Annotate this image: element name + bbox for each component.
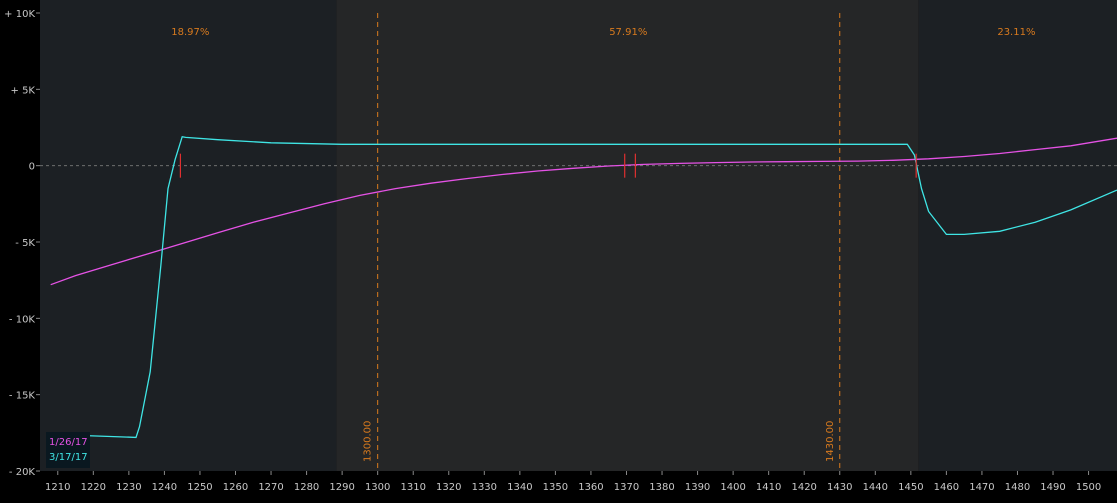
- probability-zones: 18.97% 57.91% 23.11%: [40, 0, 1117, 471]
- x-tick-label-1310: 1310: [400, 482, 425, 493]
- x-tick-label-1450: 1450: [898, 482, 923, 493]
- x-tick-label-1460: 1460: [934, 482, 959, 493]
- x-tick-label-1410: 1410: [756, 482, 781, 493]
- x-tick-label-1380: 1380: [649, 482, 674, 493]
- zone-label-2: 57.91%: [609, 27, 647, 38]
- x-tick-label-1400: 1400: [720, 482, 745, 493]
- x-tick-label-1330: 1330: [472, 482, 497, 493]
- zone-1: [40, 0, 337, 471]
- x-tick-label-1320: 1320: [436, 482, 461, 493]
- y-tick-label-5000: + 5K: [11, 85, 36, 96]
- zone-label-3: 23.11%: [997, 27, 1035, 38]
- x-tick-label-1220: 1220: [81, 482, 106, 493]
- x-tick-label-1280: 1280: [294, 482, 319, 493]
- strike-label-1430: 1430.00: [825, 421, 836, 462]
- x-tick-label-1300: 1300: [365, 482, 390, 493]
- y-tick-label--10000: - 10K: [9, 314, 36, 325]
- zone-3: [918, 0, 1117, 471]
- x-tick-label-1470: 1470: [969, 482, 994, 493]
- y-tick-label-0: 0: [29, 162, 35, 173]
- y-tick-label--5000: - 5K: [15, 238, 35, 249]
- x-tick-label-1420: 1420: [791, 482, 816, 493]
- x-tick-label-1360: 1360: [578, 482, 603, 493]
- x-tick-label-1230: 1230: [116, 482, 141, 493]
- x-tick-label-1250: 1250: [187, 482, 212, 493]
- x-tick-label-1350: 1350: [543, 482, 568, 493]
- x-tick-label-1440: 1440: [863, 482, 888, 493]
- x-tick-label-1290: 1290: [329, 482, 354, 493]
- y-tick-label-10000: + 10K: [4, 9, 35, 20]
- x-tick-label-1210: 1210: [45, 482, 70, 493]
- zone-2: [336, 0, 919, 471]
- y-tick-label--20000: - 20K: [9, 467, 36, 478]
- x-tick-label-1500: 1500: [1076, 482, 1101, 493]
- legend: 1/26/17 3/17/17: [46, 432, 90, 468]
- zone-label-1: 18.97%: [171, 27, 209, 38]
- legend-entry-1: 1/26/17: [49, 437, 88, 448]
- y-tick-label--15000: - 15K: [9, 391, 36, 402]
- x-tick-label-1490: 1490: [1040, 482, 1065, 493]
- chart-svg: 18.97% 57.91% 23.11% 1300.00 1430.00 1210 12…: [0, 0, 1117, 499]
- x-tick-label-1270: 1270: [258, 482, 283, 493]
- x-tick-label-1260: 1260: [223, 482, 248, 493]
- x-tick-label-1390: 1390: [685, 482, 710, 493]
- x-tick-label-1240: 1240: [152, 482, 177, 493]
- strike-label-1300: 1300.00: [363, 421, 374, 462]
- x-tick-label-1370: 1370: [614, 482, 639, 493]
- x-tick-label-1430: 1430: [827, 482, 852, 493]
- x-tick-label-1480: 1480: [1005, 482, 1030, 493]
- legend-entry-2: 3/17/17: [49, 452, 88, 463]
- risk-profile-chart: 18.97% 57.91% 23.11% 1300.00 1430.00 1210 12…: [0, 0, 1117, 499]
- x-tick-label-1340: 1340: [507, 482, 532, 493]
